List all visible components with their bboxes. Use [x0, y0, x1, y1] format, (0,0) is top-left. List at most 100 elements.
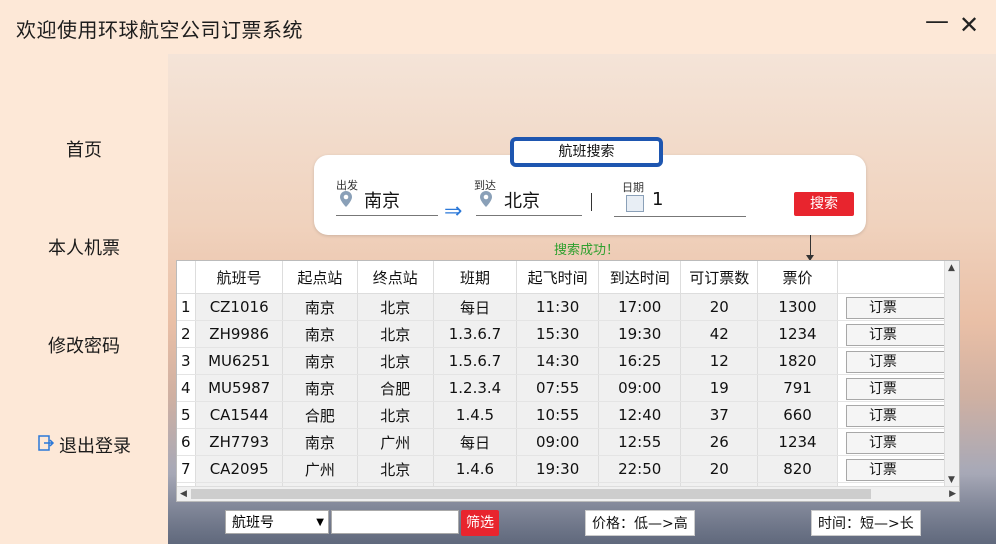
- app-window: 欢迎使用环球航空公司订票系统 — ✕ 首页 本人机票 修改密码 退出登录 出发 …: [0, 0, 996, 544]
- to-field[interactable]: 北京: [504, 187, 540, 213]
- book-button[interactable]: 订票: [845, 323, 958, 346]
- book-button[interactable]: 订票: [845, 377, 958, 400]
- calendar-icon: [626, 195, 644, 212]
- vertical-scrollbar[interactable]: ▲ ▼: [944, 261, 959, 487]
- cell-arr: 09:00: [598, 374, 682, 402]
- main-content: 出发 南京 ⇒ 到达 北京 日期 1 航班搜索 搜索 搜索成功！ 航班号 起点站…: [168, 54, 996, 544]
- cell-dest: 北京: [357, 401, 434, 429]
- cell-seats: 20: [680, 455, 759, 483]
- filter-button[interactable]: 筛选: [461, 510, 499, 536]
- cell-origin: 合肥: [282, 401, 358, 429]
- cell-schedule: 每日: [433, 293, 518, 321]
- cell-seats: 42: [680, 320, 759, 348]
- cell-seats: 20: [680, 293, 759, 321]
- table-row: 7 CA2095 广州 北京 1.4.6 19:30 22:50 20 820 订票: [177, 455, 959, 483]
- scroll-up-icon[interactable]: ▲: [948, 263, 955, 273]
- action-cell: 订票: [837, 347, 959, 375]
- column-header[interactable]: 票价: [757, 261, 838, 294]
- table-row: 3 MU6251 南京 北京 1.5.6.7 14:30 16:25 12 1820 订票: [177, 347, 959, 375]
- book-button[interactable]: 订票: [845, 404, 958, 427]
- book-button[interactable]: 订票: [845, 350, 958, 373]
- cell-dep: 07:55: [516, 374, 599, 402]
- column-header[interactable]: 起飞时间: [516, 261, 599, 294]
- action-cell: 订票: [837, 428, 959, 456]
- action-cell: 订票: [837, 455, 959, 483]
- cell-dep: 19:30: [516, 455, 599, 483]
- to-underline: [476, 215, 582, 216]
- date-underline: [614, 216, 746, 217]
- column-header: [837, 261, 959, 294]
- column-header[interactable]: 可订票数: [680, 261, 759, 294]
- cell-price: 1300: [757, 293, 838, 321]
- book-button[interactable]: 订票: [845, 296, 958, 319]
- row-number: 1: [177, 293, 197, 321]
- column-header[interactable]: 终点站: [357, 261, 434, 294]
- swap-arrows-icon[interactable]: ⇒: [444, 199, 462, 224]
- column-header[interactable]: 班期: [433, 261, 518, 294]
- scroll-down-icon[interactable]: ▼: [948, 475, 955, 485]
- from-underline: [336, 215, 438, 216]
- logout-icon: [37, 434, 55, 457]
- sort-price-button[interactable]: 价格：低—>高: [585, 510, 695, 536]
- sidebar: 首页 本人机票 修改密码 退出登录: [0, 54, 168, 544]
- cell-price: 1234: [757, 428, 838, 456]
- cell-flight: CA2095: [195, 455, 283, 483]
- row-number: 4: [177, 374, 197, 402]
- column-header-rownum: [177, 261, 197, 294]
- sidebar-item-change-password[interactable]: 修改密码: [0, 332, 168, 358]
- from-field[interactable]: 南京: [364, 187, 400, 213]
- sidebar-item-my-tickets[interactable]: 本人机票: [0, 234, 168, 260]
- row-number: 7: [177, 455, 197, 483]
- cell-schedule: 1.3.6.7: [433, 320, 518, 348]
- table-header-row: 航班号 起点站 终点站 班期 起飞时间 到达时间 可订票数 票价: [177, 261, 959, 294]
- cell-origin: 广州: [282, 455, 358, 483]
- cell-arr: 12:55: [598, 428, 682, 456]
- cell-dep: 15:30: [516, 320, 599, 348]
- filter-field-select[interactable]: 航班号 ▼: [225, 510, 329, 534]
- cell-dest: 北京: [357, 347, 434, 375]
- cell-price: 1234: [757, 320, 838, 348]
- column-header[interactable]: 到达时间: [598, 261, 682, 294]
- location-pin-icon: [340, 191, 352, 207]
- flights-table: 航班号 起点站 终点站 班期 起飞时间 到达时间 可订票数 票价 1 CZ1016…: [176, 260, 960, 502]
- tab-flight-search[interactable]: 航班搜索: [510, 137, 663, 167]
- cell-arr: 19:30: [598, 320, 682, 348]
- sidebar-item-home[interactable]: 首页: [0, 136, 168, 162]
- cell-dest: 北京: [357, 320, 434, 348]
- location-pin-icon: [480, 191, 492, 207]
- book-button[interactable]: 订票: [845, 431, 958, 454]
- cell-schedule: 1.2.3.4: [433, 374, 518, 402]
- minimize-button[interactable]: —: [922, 6, 952, 36]
- sidebar-item-label: 首页: [66, 140, 102, 161]
- cell-dest: 合肥: [357, 374, 434, 402]
- cell-schedule: 1.4.5: [433, 401, 518, 429]
- cell-flight: CA1544: [195, 401, 283, 429]
- action-cell: 订票: [837, 293, 959, 321]
- filter-input[interactable]: [331, 510, 459, 534]
- cell-price: 791: [757, 374, 838, 402]
- sort-time-button[interactable]: 时间：短—>长: [811, 510, 921, 536]
- sidebar-item-logout[interactable]: 退出登录: [0, 432, 168, 458]
- search-button[interactable]: 搜索: [794, 192, 854, 216]
- cell-dep: 09:00: [516, 428, 599, 456]
- action-cell: 订票: [837, 374, 959, 402]
- search-panel: 出发 南京 ⇒ 到达 北京 日期 1: [314, 155, 866, 235]
- column-header[interactable]: 起点站: [282, 261, 358, 294]
- scroll-thumb[interactable]: [191, 489, 871, 499]
- cell-flight: ZH9986: [195, 320, 283, 348]
- close-button[interactable]: ✕: [954, 10, 984, 40]
- horizontal-scrollbar[interactable]: ◀ ▶: [177, 486, 959, 501]
- cell-arr: 17:00: [598, 293, 682, 321]
- cell-arr: 16:25: [598, 347, 682, 375]
- row-number: 6: [177, 428, 197, 456]
- cell-flight: CZ1016: [195, 293, 283, 321]
- date-field[interactable]: 1: [652, 189, 663, 210]
- scroll-left-icon[interactable]: ◀: [180, 489, 187, 499]
- cell-origin: 南京: [282, 347, 358, 375]
- cell-dest: 北京: [357, 293, 434, 321]
- book-button[interactable]: 订票: [845, 458, 958, 481]
- search-status: 搜索成功！: [554, 243, 620, 258]
- column-header[interactable]: 航班号: [195, 261, 283, 294]
- scroll-right-icon[interactable]: ▶: [949, 489, 956, 499]
- date-label: 日期: [622, 181, 644, 194]
